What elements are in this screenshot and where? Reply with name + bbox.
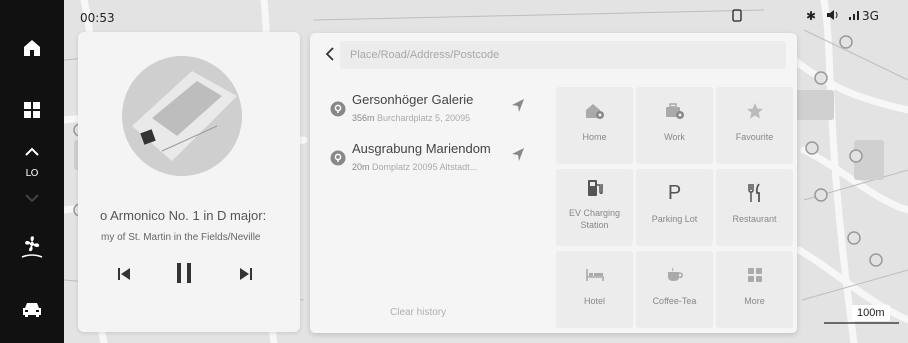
home-pin-icon — [556, 100, 633, 122]
navigate-arrow-icon[interactable] — [510, 146, 526, 162]
history-item-address: Domplatz 20095 Altstadt... — [372, 162, 478, 172]
history-item-distance: 20m — [352, 162, 370, 172]
volume-icon — [826, 9, 840, 24]
pause-icon[interactable] — [175, 262, 193, 289]
nav-rail: LO — [0, 0, 64, 343]
star-icon — [716, 100, 793, 122]
bluetooth-icon: ✱ — [806, 9, 817, 23]
history-item[interactable]: Gersonhöger Galerie 356m Burchardplatz 5… — [310, 91, 542, 135]
previous-track-icon[interactable] — [116, 266, 132, 287]
category-label: Favourite — [735, 132, 774, 142]
home-icon[interactable] — [0, 34, 64, 62]
signal-icon — [848, 9, 860, 24]
map-scale-label: 100m — [852, 305, 890, 321]
search-input[interactable] — [340, 41, 786, 69]
location-pin-icon — [330, 101, 346, 117]
next-track-icon[interactable] — [238, 266, 254, 287]
category-restaurant[interactable]: Restaurant — [716, 169, 793, 246]
fan-icon[interactable] — [0, 232, 64, 260]
track-artist: my of St. Martin in the Fields/Neville — [101, 232, 261, 243]
back-arrow-icon[interactable] — [318, 42, 342, 66]
album-art — [122, 56, 242, 176]
navigate-arrow-icon[interactable] — [510, 97, 526, 113]
navigation-search-panel: Gersonhöger Galerie 356m Burchardplatz 5… — [310, 33, 797, 333]
climate-up-icon[interactable] — [0, 144, 64, 160]
category-label: Coffee-Tea — [652, 296, 697, 306]
category-home[interactable]: Home — [556, 87, 633, 164]
history-item[interactable]: Ausgrabung Mariendom 20m Domplatz 20095 … — [310, 140, 542, 184]
category-label: Work — [664, 132, 685, 142]
category-hotel[interactable]: Hotel — [556, 251, 633, 328]
coffee-icon — [636, 264, 713, 286]
history-item-distance: 356m — [352, 113, 375, 123]
category-coffee-tea[interactable]: Coffee-Tea — [636, 251, 713, 328]
category-favourite[interactable]: Favourite — [716, 87, 793, 164]
clock: 00:53 — [80, 11, 115, 25]
ev-charging-icon — [556, 177, 633, 199]
category-label: Restaurant — [732, 214, 777, 224]
hotel-icon — [556, 264, 633, 286]
category-label: Parking Lot — [651, 214, 698, 224]
parking-icon: P — [667, 181, 682, 204]
clear-history-button[interactable]: Clear history — [390, 307, 446, 318]
apps-icon[interactable] — [0, 96, 64, 124]
car-icon[interactable] — [0, 296, 64, 324]
category-label: EV Charging Station — [568, 208, 621, 230]
category-more[interactable]: More — [716, 251, 793, 328]
restaurant-icon — [716, 182, 793, 204]
history-item-details: 20m Domplatz 20095 Altstadt... — [352, 162, 502, 172]
category-ev-charging[interactable]: EV Charging Station — [556, 169, 633, 246]
category-work[interactable]: Work — [636, 87, 713, 164]
category-label: More — [744, 296, 765, 306]
category-label: Hotel — [583, 296, 605, 306]
history-item-details: 356m Burchardplatz 5, 20095 — [352, 113, 502, 123]
network-type: 3G — [862, 9, 879, 23]
track-title: o Armonico No. 1 in D major: — [100, 208, 267, 223]
history-item-address: Burchardplatz 5, 20095 — [377, 113, 471, 123]
climate-down-icon[interactable] — [0, 190, 64, 206]
work-pin-icon — [636, 100, 713, 122]
phone-icon — [732, 9, 742, 25]
category-parking[interactable]: P Parking Lot — [636, 169, 713, 246]
history-item-name: Gersonhöger Galerie — [352, 92, 474, 107]
more-grid-icon — [716, 264, 793, 286]
status-bar: 00:53 ✱ 3G — [64, 0, 908, 34]
location-pin-icon — [330, 150, 346, 166]
category-label: Home — [582, 132, 607, 142]
media-player-card[interactable]: o Armonico No. 1 in D major: my of St. M… — [78, 32, 300, 332]
history-item-name: Ausgrabung Mariendom — [352, 141, 491, 156]
temperature-label: LO — [25, 168, 39, 179]
